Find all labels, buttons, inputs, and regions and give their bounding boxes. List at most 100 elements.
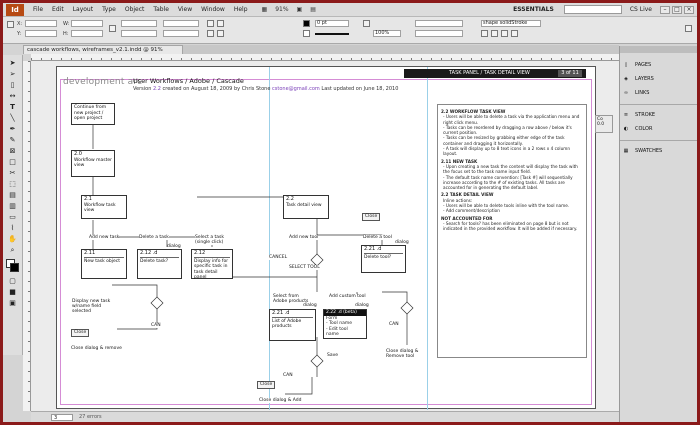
page-tool-icon[interactable]: ▯ [8, 81, 17, 89]
panel-links[interactable]: ∞ LINKS [622, 86, 696, 99]
gap-tool-icon[interactable]: ↔ [8, 92, 17, 100]
stroke-color-icon[interactable] [10, 263, 19, 272]
gradient-tool-icon[interactable]: ▤ [8, 191, 17, 199]
preflight-status[interactable]: 27 errors [79, 412, 102, 422]
label-close-dialog-add: Close dialog & Add [259, 398, 302, 403]
fit-frame-icon[interactable] [491, 30, 498, 37]
menu-view[interactable]: View [178, 6, 192, 13]
panel-pages[interactable]: ▯ PAGES [622, 58, 696, 71]
y-label: Y: [17, 31, 22, 37]
menu-object[interactable]: Object [125, 6, 145, 13]
menu-help[interactable]: Help [234, 6, 248, 13]
free-transform-tool-icon[interactable]: ⬚ [8, 180, 17, 188]
label-delete-a-tool: Delete a tool [363, 235, 392, 240]
eyedropper-tool-icon[interactable]: ⌇ [8, 224, 17, 232]
pen-tool-icon[interactable]: ✒ [8, 125, 17, 133]
panel-links-label: LINKS [635, 89, 650, 96]
stroke-icon: ≡ [623, 111, 629, 118]
drop-shadow-icon[interactable] [363, 20, 370, 27]
workspace-switcher[interactable]: ESSENTIALS [513, 6, 554, 13]
select-container-icon[interactable] [217, 30, 224, 37]
panel-dock-header[interactable] [620, 46, 697, 53]
menu-file[interactable]: File [33, 6, 43, 13]
box-adobe-num: 2.21 .d [272, 310, 313, 318]
notes-line: - A task will display up to 8 text icons… [443, 146, 570, 157]
rectangle-frame-tool-icon[interactable]: ⊠ [8, 147, 17, 155]
constrain-proportions-icon[interactable] [109, 25, 116, 32]
docked-mini-panel[interactable]: Co 0.0 [595, 115, 613, 133]
arrange-icon[interactable]: ▤ [310, 6, 316, 13]
corner-field[interactable] [415, 30, 463, 37]
shear-field[interactable] [163, 30, 199, 37]
gradient-feather-tool-icon[interactable]: ▥ [8, 202, 17, 210]
scale-y-field[interactable] [121, 30, 157, 37]
zoom-tool-icon[interactable]: ⌕ [8, 246, 17, 254]
fit-content-icon[interactable] [481, 30, 488, 37]
panel-layers[interactable]: ◈ LAYERS [622, 72, 696, 85]
panel-pages-label: PAGES [635, 61, 652, 68]
document-tab[interactable]: cascade workflows, wireframes_v2.1.indd … [23, 45, 183, 54]
box-display-info: 2.12 Display info for specific task in t… [191, 249, 233, 280]
fill-swatch[interactable] [303, 20, 310, 27]
hand-tool-icon[interactable]: ✋ [8, 235, 17, 243]
panel-menu-icon[interactable] [685, 25, 692, 32]
rotate-field[interactable] [163, 20, 199, 27]
center-content-icon[interactable] [511, 30, 518, 37]
panel-color[interactable]: ◐ COLOR [622, 122, 696, 135]
page-number-field[interactable]: 3 [51, 414, 73, 421]
document-page[interactable]: TASK PANEL / TASK DETAIL VIEW 3 of 11 de… [56, 66, 596, 410]
w-label: W: [63, 21, 70, 27]
x-field[interactable] [25, 20, 57, 27]
panel-stroke[interactable]: ≡ STROKE [622, 108, 696, 121]
view-mode-icon[interactable]: ▦ [262, 6, 268, 13]
type-tool-icon[interactable]: T [8, 103, 17, 111]
screen-mode-tool-icon[interactable]: ▣ [8, 299, 17, 307]
panel-color-label: COLOR [635, 125, 653, 132]
scale-x-field[interactable] [121, 20, 157, 27]
pasteboard[interactable]: TASK PANEL / TASK DETAIL VIEW 3 of 11 de… [31, 61, 619, 411]
line-tool-icon[interactable]: ╲ [8, 114, 17, 122]
vertical-ruler[interactable] [23, 61, 31, 411]
label-close-dialog-remove: Close dialog & remove [71, 346, 122, 351]
stroke-weight-field[interactable]: 0 pt [315, 20, 349, 27]
note-tool-icon[interactable]: ▭ [8, 213, 17, 221]
panel-swatches[interactable]: ▦ SWATCHES [622, 144, 696, 157]
pencil-tool-icon[interactable]: ✎ [8, 136, 17, 144]
direct-selection-tool-icon[interactable]: ➢ [8, 70, 17, 78]
minimize-button[interactable]: – [660, 5, 670, 14]
help-search-input[interactable] [563, 5, 622, 14]
apply-color-icon[interactable]: ■ [8, 288, 17, 296]
x-label: X: [17, 21, 23, 27]
horizontal-ruler[interactable] [31, 54, 619, 61]
fill-frame-icon[interactable] [501, 30, 508, 37]
menu-edit[interactable]: Edit [52, 6, 64, 13]
h-field[interactable] [71, 30, 103, 37]
menu-table[interactable]: Table [153, 6, 169, 13]
rectangle-tool-icon[interactable]: □ [8, 158, 17, 166]
indesign-window: Id File Edit Layout Type Object Table Vi… [3, 3, 697, 422]
formatting-affects-container-icon[interactable]: ▢ [8, 277, 17, 285]
rotate-90-icon[interactable] [207, 20, 214, 27]
screen-mode-icon[interactable]: ▣ [297, 6, 303, 13]
close-window-button[interactable]: × [684, 5, 694, 14]
cs-live-button[interactable]: CS Live [630, 6, 652, 13]
w-field[interactable] [71, 20, 103, 27]
scissors-tool-icon[interactable]: ✂ [8, 169, 17, 177]
menu-type[interactable]: Type [102, 6, 116, 13]
zoom-level[interactable]: 91% [275, 6, 288, 13]
object-style-select[interactable]: shape solidStroke [481, 20, 541, 27]
selection-tool-icon[interactable]: ➤ [8, 59, 17, 67]
menu-window[interactable]: Window [201, 6, 225, 13]
reference-point-icon[interactable] [7, 21, 14, 28]
box-workflow-master: 2.0 Workflow master view [71, 150, 115, 177]
stroke-type-selector[interactable] [315, 33, 349, 35]
flip-horizontal-icon[interactable] [217, 20, 224, 27]
y-field[interactable] [25, 30, 57, 37]
label-add-new-tool: Add new tool [289, 235, 319, 240]
stroke-swatch[interactable] [303, 30, 310, 37]
opacity-field[interactable]: 100% [373, 30, 401, 37]
menu-layout[interactable]: Layout [73, 6, 93, 13]
flip-vertical-icon[interactable] [207, 30, 214, 37]
maximize-button[interactable]: □ [672, 5, 682, 14]
inset-field[interactable] [415, 20, 463, 27]
